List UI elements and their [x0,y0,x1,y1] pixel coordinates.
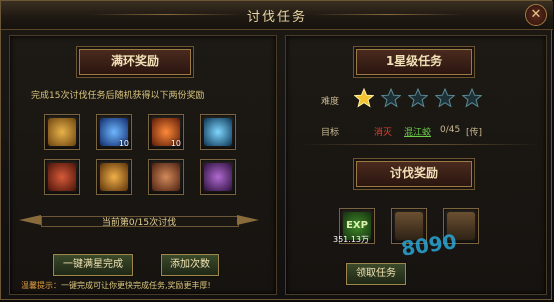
quest-progress: 当前第0/15次讨伐 [19,213,259,228]
target-label: 目标 [321,128,340,138]
tip-body: 一键完成可让你更快完成任务,奖励更丰厚! [61,281,211,290]
reward-slot[interactable] [148,159,184,195]
beer-mug-icon [100,163,128,191]
target-action: 消灭 [374,128,393,138]
star-empty-icon [462,88,482,108]
target-name-link[interactable]: 混江蛟 [404,125,431,138]
teleport-link[interactable]: [传] [466,125,482,138]
reward-slot[interactable] [44,159,80,195]
azure-sphere-icon [204,118,232,146]
title-bar[interactable]: 讨伐任务 ✕ [1,1,553,30]
divider [301,144,541,145]
reward-count: 10 [170,139,181,148]
tip-text: 温馨提示：一键完成可让你更快完成任务,奖励更丰厚! [21,280,211,291]
target-progress: 0/45 [440,125,461,135]
full-ring-reward-banner: 满环奖励 [79,49,191,75]
reward-description: 完成15次讨伐任务后随机获得以下两份奖励 [31,91,205,101]
window-title: 讨伐任务 [246,10,307,25]
progress-label: 当前第0/15次讨伐 [101,218,177,228]
star-empty-icon [381,88,401,108]
bronze-ball-icon [152,163,180,191]
difficulty-label: 难度 [321,97,340,107]
reward-slot[interactable] [200,159,236,195]
quest-reward-banner: 讨伐奖励 [356,161,472,187]
reward-slot[interactable]: 10 [148,114,184,150]
claim-quest-button[interactable]: 领取任务 [346,263,406,285]
reward-slot[interactable]: 10 [96,114,132,150]
gold-ingot-icon [48,118,76,146]
exp-value: 351.13万 [333,235,369,244]
close-icon[interactable]: ✕ [525,4,547,26]
reward-slot[interactable] [96,159,132,195]
star-empty-icon [435,88,455,108]
reward-slot[interactable] [44,114,80,150]
tip-prefix: 温馨提示： [21,281,61,290]
reward-slot[interactable] [200,114,236,150]
winged-emblem-icon [204,163,232,191]
quest-window: 讨伐任务 ✕ ? 满环奖励 完成15次讨伐任务后随机获得以下两份奖励 1010 … [0,0,553,300]
add-times-button[interactable]: 添加次数 [161,254,219,276]
reward-count: 10 [118,139,129,148]
gift-pouch-icon [48,163,76,191]
star-empty-icon [408,88,428,108]
star-level-banner: 1星级任务 [356,49,472,75]
star-filled-icon [354,88,374,108]
one-click-complete-button[interactable]: 一键满星完成 [53,254,133,276]
